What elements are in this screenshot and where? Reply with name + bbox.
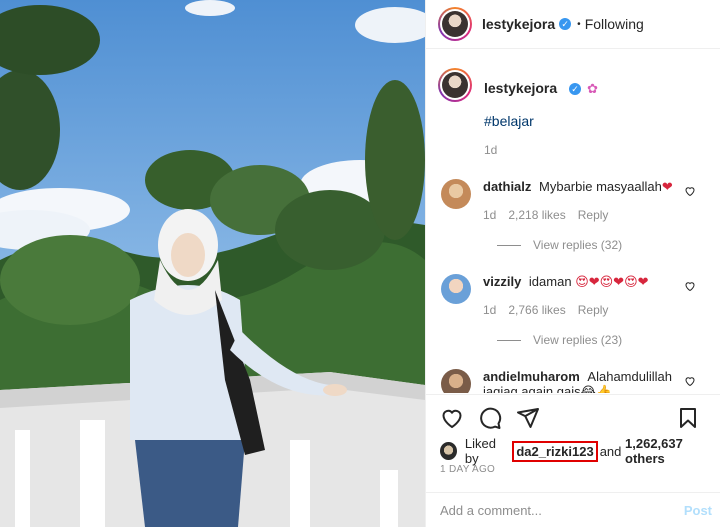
comment-text: idaman: [528, 274, 572, 289]
comment-text: Mybarbie masyaallah: [539, 179, 662, 194]
separator-dot: •: [577, 18, 581, 30]
caption-author-avatar[interactable]: [438, 68, 472, 102]
reply-button[interactable]: Reply: [578, 208, 609, 222]
post-timestamp[interactable]: 1 DAY AGO: [440, 464, 495, 475]
comment-meta: 1d 2,218 likes Reply: [483, 208, 691, 222]
comment-body: andielmuharom Alahamdulillah jagjag agai…: [483, 369, 691, 393]
caption-body: lestykejora ✓ ✿ #belajar 1d: [484, 80, 598, 157]
post-details-panel: lestykejora ✓ • Following lestykejora ✓ ✿…: [425, 0, 720, 527]
view-replies-button[interactable]: View replies (23): [497, 333, 708, 347]
commenter-username[interactable]: andielmuharom: [483, 369, 583, 384]
action-bar: [426, 394, 720, 440]
post-photo[interactable]: [0, 0, 425, 527]
likes-and: and: [599, 443, 622, 459]
caption-age: 1d: [484, 143, 498, 157]
likes-summary: Liked by da2_rizki123 and 1,262,637 othe…: [440, 436, 720, 466]
commenter-username[interactable]: vizzily: [483, 274, 525, 289]
following-button[interactable]: Following: [585, 16, 644, 32]
comment-emoji: 😂👍: [580, 384, 612, 393]
others-count[interactable]: 1,262,637 others: [625, 436, 720, 466]
comment-emoji: ❤: [661, 179, 673, 194]
comment-age: 1d: [483, 303, 497, 317]
commenter-avatar[interactable]: [441, 369, 471, 393]
caption-hashtag[interactable]: #belajar: [484, 113, 598, 129]
commenter-avatar[interactable]: [441, 179, 471, 209]
view-replies-button[interactable]: View replies (32): [497, 238, 708, 252]
caption-emoji: ✿: [587, 81, 598, 96]
comment-item: andielmuharom Alahamdulillah jagjag agai…: [438, 369, 708, 393]
replies-divider: [497, 244, 521, 246]
comment-body: vizzily idaman 😍❤😍❤😍❤ 1d 2,766 likes Rep…: [483, 274, 691, 317]
verified-badge-icon: ✓: [559, 18, 572, 30]
comment-item: vizzily idaman 😍❤😍❤😍❤ 1d 2,766 likes Rep…: [438, 274, 708, 317]
comment-icon[interactable]: [478, 406, 502, 430]
caption: lestykejora ✓ ✿ #belajar 1d: [438, 68, 708, 157]
photo-illustration: [0, 0, 425, 527]
liker-avatar[interactable]: [440, 442, 457, 460]
liker-username[interactable]: da2_rizki123: [512, 440, 598, 462]
comment-input[interactable]: Add a comment...: [440, 503, 542, 518]
comment-item: dathialz Mybarbie masyaallah❤ 1d 2,218 l…: [438, 179, 708, 222]
comment-body: dathialz Mybarbie masyaallah❤ 1d 2,218 l…: [483, 179, 691, 222]
view-replies-label: View replies (32): [533, 238, 623, 252]
author-username[interactable]: lestykejora: [482, 16, 555, 32]
heart-icon[interactable]: [684, 375, 696, 387]
comment-likes[interactable]: 2,218 likes: [508, 208, 565, 222]
bookmark-icon[interactable]: [676, 406, 700, 430]
comment-meta: 1d 2,766 likes Reply: [483, 303, 691, 317]
commenter-avatar[interactable]: [441, 274, 471, 304]
view-replies-label: View replies (23): [533, 333, 623, 347]
liked-by-label: Liked by: [464, 436, 496, 466]
post-header: lestykejora ✓ • Following: [426, 0, 720, 49]
heart-icon[interactable]: [684, 185, 696, 197]
heart-icon[interactable]: [684, 280, 696, 292]
replies-divider: [497, 339, 521, 341]
share-icon[interactable]: [516, 406, 540, 430]
comment-age: 1d: [483, 208, 497, 222]
post-button[interactable]: Post: [684, 503, 712, 518]
comment-box: Add a comment... Post: [426, 492, 720, 527]
heart-icon[interactable]: [440, 406, 464, 430]
caption-username[interactable]: lestykejora: [484, 80, 561, 96]
comment-emoji: 😍❤😍❤😍❤: [575, 274, 649, 289]
comments-list[interactable]: lestykejora ✓ ✿ #belajar 1d dathialz Myba…: [426, 60, 720, 393]
commenter-username[interactable]: dathialz: [483, 179, 535, 194]
comment-likes[interactable]: 2,766 likes: [508, 303, 565, 317]
verified-badge-icon: ✓: [569, 83, 582, 96]
author-avatar[interactable]: [438, 7, 472, 41]
reply-button[interactable]: Reply: [578, 303, 609, 317]
